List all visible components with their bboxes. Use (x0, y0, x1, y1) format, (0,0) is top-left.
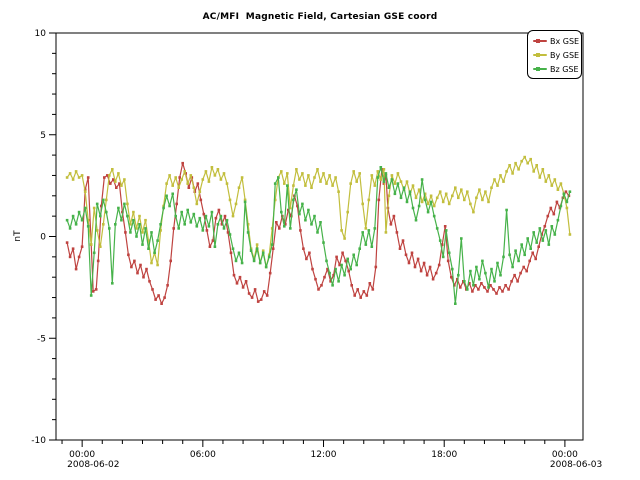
legend-entry-bz: Bz GSE (533, 62, 577, 76)
legend-label-bx: Bx GSE (550, 37, 579, 46)
legend-entry-by: By GSE (533, 48, 577, 62)
x-tick-label: 06:00 (190, 450, 216, 460)
y-tick-label: -5 (37, 334, 46, 344)
y-tick-labels: 10 5 0 -5 -10 (31, 29, 46, 446)
legend-label-by: By GSE (550, 51, 579, 60)
legend-label-bz: Bz GSE (550, 65, 579, 74)
by-line-marker-icon (533, 51, 547, 59)
bx-line-marker-icon (533, 37, 547, 45)
y-tick-label: -10 (31, 436, 46, 446)
x-tick-labels: 00:002008-06-0206:0012:0018:0000:002008-… (67, 450, 602, 470)
y-tick-label: 10 (35, 29, 47, 39)
y-axis-ticks (49, 33, 56, 440)
magnetic-field-plot: AC/MFI Magnetic Field, Cartesian GSE coo… (0, 0, 640, 480)
plot-frame (56, 33, 583, 440)
x-tick-label: 00:00 (552, 450, 578, 460)
series-line (67, 157, 570, 267)
x-axis-date: 2008-06-02 (67, 460, 119, 470)
x-axis-ticks (62, 440, 565, 447)
series-by-gse (66, 156, 571, 269)
x-tick-label: 00:00 (69, 450, 95, 460)
series-line (67, 167, 570, 303)
series-bz-gse (66, 166, 571, 305)
x-tick-label: 18:00 (431, 450, 457, 460)
y-tick-label: 5 (40, 131, 46, 141)
legend-entry-bx: Bx GSE (533, 34, 577, 48)
x-tick-label: 12:00 (311, 450, 337, 460)
y-tick-label: 0 (40, 233, 46, 243)
x-axis-date: 2008-06-03 (550, 460, 602, 470)
legend: Bx GSE By GSE Bz GSE (527, 30, 582, 79)
bz-line-marker-icon (533, 65, 547, 73)
